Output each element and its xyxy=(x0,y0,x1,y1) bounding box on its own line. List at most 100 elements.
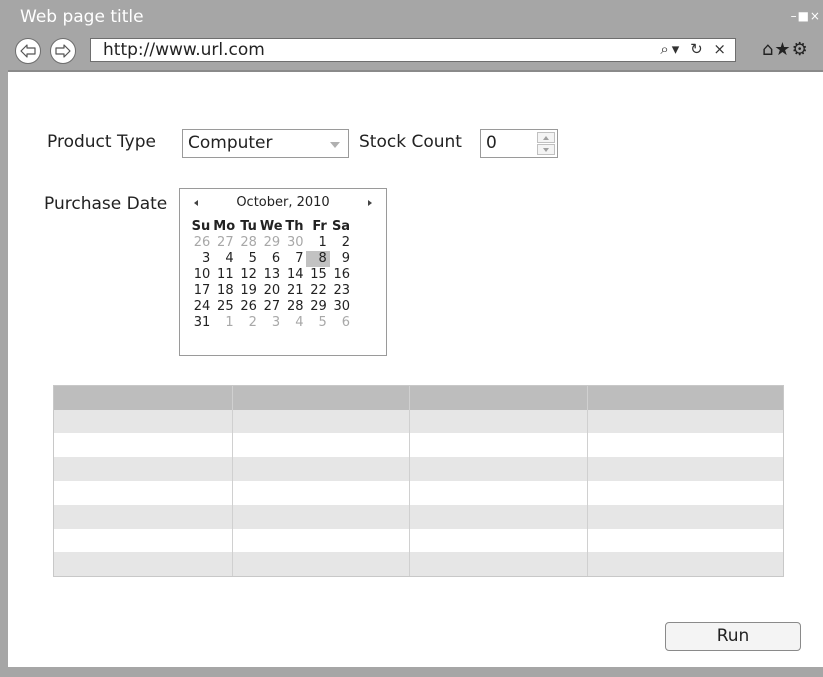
calendar-day[interactable]: 20 xyxy=(260,283,283,299)
table-header-row xyxy=(54,386,783,410)
weekday-label: Fr xyxy=(312,219,327,234)
calendar-day[interactable]: 30 xyxy=(330,299,353,315)
calendar-day[interactable]: 31 xyxy=(190,315,213,331)
calendar-day[interactable]: 7 xyxy=(283,251,306,267)
weekday-label: Su xyxy=(191,219,211,234)
stepper-up-button[interactable] xyxy=(537,132,555,143)
calendar-day[interactable]: 3 xyxy=(260,315,283,331)
weekday-label: We xyxy=(259,219,283,234)
calendar-day[interactable]: 1 xyxy=(306,235,329,251)
calendar-day[interactable]: 8 xyxy=(306,251,330,267)
stock-count-value[interactable]: 0 xyxy=(486,133,497,153)
calendar-day[interactable]: 28 xyxy=(283,299,306,315)
stock-count-label: Stock Count xyxy=(359,132,462,152)
calendar-day[interactable]: 2 xyxy=(237,315,260,331)
calendar-day[interactable]: 2 xyxy=(330,235,353,251)
calendar-day[interactable]: 28 xyxy=(237,235,260,251)
calendar-day[interactable]: 30 xyxy=(283,235,306,251)
calendar-weekday-row: Su Mo Tu We Th Fr Sa xyxy=(190,219,380,235)
window-title: Web page title xyxy=(20,7,144,27)
table-row[interactable] xyxy=(54,481,783,505)
title-bar: Web page title –■× xyxy=(0,0,823,34)
calendar-week-row: 10 11 12 13 14 15 16 xyxy=(190,267,380,283)
table-row[interactable] xyxy=(54,433,783,457)
product-type-value: Computer xyxy=(188,133,273,153)
calendar-day[interactable]: 15 xyxy=(306,267,329,283)
back-arrow-icon xyxy=(20,44,36,58)
chevron-down-icon xyxy=(330,142,340,148)
home-star-gear-icons[interactable]: ⌂★⚙ xyxy=(762,39,809,60)
calendar-day[interactable]: 22 xyxy=(306,283,329,299)
caret-down-icon xyxy=(543,148,549,152)
address-bar-icons[interactable]: ⌕▾ ↻ × xyxy=(660,40,729,58)
calendar-day[interactable]: 23 xyxy=(330,283,353,299)
window-controls[interactable]: –■× xyxy=(791,9,821,23)
url-text[interactable]: http://www.url.com xyxy=(103,40,265,60)
back-button[interactable] xyxy=(15,38,41,64)
calendar-day[interactable]: 6 xyxy=(330,315,353,331)
calendar-day[interactable]: 29 xyxy=(306,299,329,315)
calendar-day[interactable]: 27 xyxy=(213,235,236,251)
content-top-border xyxy=(8,70,823,72)
calendar-day[interactable]: 1 xyxy=(213,315,236,331)
next-month-icon[interactable] xyxy=(368,200,372,206)
calendar-week-row: 17 18 19 20 21 22 23 xyxy=(190,283,380,299)
table-column-divider xyxy=(409,386,410,576)
table-column-divider xyxy=(587,386,588,576)
forward-arrow-icon xyxy=(55,44,71,58)
calendar-day[interactable]: 5 xyxy=(237,251,260,267)
calendar-day[interactable]: 13 xyxy=(260,267,283,283)
calendar-day[interactable]: 16 xyxy=(330,267,353,283)
calendar-header: October, 2010 xyxy=(180,194,386,212)
product-type-dropdown[interactable]: Computer xyxy=(182,129,349,158)
table-row[interactable] xyxy=(54,505,783,529)
table-row[interactable] xyxy=(54,410,783,433)
calendar-day[interactable]: 12 xyxy=(237,267,260,283)
product-type-label: Product Type xyxy=(47,132,156,152)
calendar-day[interactable]: 18 xyxy=(213,283,236,299)
calendar-day[interactable]: 6 xyxy=(260,251,283,267)
run-button[interactable]: Run xyxy=(665,622,801,651)
calendar-month-label: October, 2010 xyxy=(236,195,330,210)
page-content xyxy=(8,70,823,667)
calendar-day[interactable]: 3 xyxy=(190,251,213,267)
weekday-label: Mo xyxy=(213,219,236,234)
stepper-buttons xyxy=(537,132,555,155)
calendar-day[interactable]: 14 xyxy=(283,267,306,283)
weekday-label: Th xyxy=(285,219,304,234)
calendar-day[interactable]: 29 xyxy=(260,235,283,251)
calendar-day[interactable]: 19 xyxy=(237,283,260,299)
calendar-day[interactable]: 4 xyxy=(283,315,306,331)
calendar-day[interactable]: 26 xyxy=(237,299,260,315)
calendar-week-row: 31 1 2 3 4 5 6 xyxy=(190,315,380,331)
caret-up-icon xyxy=(543,136,549,140)
table-row[interactable] xyxy=(54,457,783,481)
calendar-day[interactable]: 27 xyxy=(260,299,283,315)
table-row[interactable] xyxy=(54,529,783,552)
calendar-day[interactable]: 26 xyxy=(190,235,213,251)
date-picker-calendar: October, 2010 Su Mo Tu We Th Fr Sa 26 27 28 29 30 1 2… xyxy=(179,188,387,356)
calendar-day[interactable]: 4 xyxy=(213,251,236,267)
calendar-day[interactable]: 25 xyxy=(213,299,236,315)
table-row[interactable] xyxy=(54,552,783,576)
calendar-week-row: 26 27 28 29 30 1 2 xyxy=(190,235,380,251)
calendar-day[interactable]: 21 xyxy=(283,283,306,299)
forward-button[interactable] xyxy=(50,38,76,64)
calendar-grid: Su Mo Tu We Th Fr Sa 26 27 28 29 30 1 2 3 4 5 6 7 8 9 10 11 12 1… xyxy=(190,219,380,331)
table-column-divider xyxy=(232,386,233,576)
weekday-label: Tu xyxy=(240,219,257,234)
calendar-day[interactable]: 11 xyxy=(213,267,236,283)
calendar-day[interactable]: 17 xyxy=(190,283,213,299)
calendar-day[interactable]: 5 xyxy=(306,315,329,331)
stock-count-stepper[interactable]: 0 xyxy=(480,129,558,158)
calendar-week-row: 3456789 xyxy=(190,251,380,267)
calendar-day[interactable]: 10 xyxy=(190,267,213,283)
stepper-down-button[interactable] xyxy=(537,144,555,155)
purchase-date-label: Purchase Date xyxy=(44,194,168,214)
browser-window: Web page title –■× http://www.url.com ⌕▾… xyxy=(0,0,823,677)
calendar-day[interactable]: 24 xyxy=(190,299,213,315)
calendar-day[interactable]: 9 xyxy=(330,251,353,267)
address-bar[interactable]: http://www.url.com ⌕▾ ↻ × xyxy=(90,38,736,62)
previous-month-icon[interactable] xyxy=(194,200,198,206)
calendar-week-row: 24 25 26 27 28 29 30 xyxy=(190,299,380,315)
